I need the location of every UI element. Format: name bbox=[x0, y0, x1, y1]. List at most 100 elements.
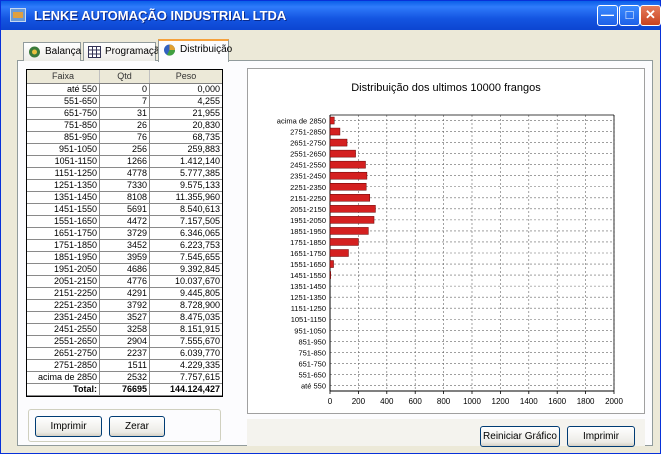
cell-qtd: 3729 bbox=[100, 228, 150, 239]
y-tick-label: 1151-1250 bbox=[291, 304, 326, 313]
cell-peso: 7.555,670 bbox=[179, 336, 220, 346]
restart-chart-button[interactable]: Reiniciar Gráfico bbox=[480, 426, 560, 447]
y-tick-label: 2251-2350 bbox=[290, 183, 326, 192]
table-row[interactable]: 1251-1350 7330 9.575,133 bbox=[27, 180, 222, 192]
table-row[interactable]: até 550 0 0,000 bbox=[27, 84, 222, 96]
cell-qtd: 2904 bbox=[100, 336, 150, 347]
chart-bar bbox=[329, 271, 331, 279]
y-tick-label: 1751-1850 bbox=[290, 238, 326, 247]
table-row[interactable]: 1151-1250 4778 5.777,385 bbox=[27, 168, 222, 180]
pie-icon bbox=[164, 44, 176, 56]
scale-icon bbox=[29, 46, 40, 58]
chart-bar bbox=[329, 127, 341, 136]
chart-bar bbox=[329, 116, 335, 125]
distribution-table: Faixa Qtd Peso até 550 0 0,000 551-650 7 4,25… bbox=[26, 69, 223, 397]
table-row[interactable]: 851-950 76 68,735 bbox=[27, 132, 222, 144]
cell-faixa: 2551-2650 bbox=[27, 336, 100, 347]
total-qtd: 76695 bbox=[100, 384, 150, 395]
table-row[interactable]: 1951-2050 4686 9.392,845 bbox=[27, 264, 222, 276]
y-tick-label: 1551-1650 bbox=[290, 260, 326, 269]
table-row[interactable]: 551-650 7 4,255 bbox=[27, 96, 222, 108]
cell-qtd: 4778 bbox=[100, 168, 150, 179]
table-row[interactable]: 1051-1150 1266 1.412,140 bbox=[27, 156, 222, 168]
table-row[interactable]: 1451-1550 5691 8.540,613 bbox=[27, 204, 222, 216]
x-tick-label: 1000 bbox=[463, 397, 481, 406]
table-row[interactable]: 2251-2350 3792 8.728,900 bbox=[27, 300, 222, 312]
table-row[interactable]: acima de 2850 2532 7.757,615 bbox=[27, 372, 222, 384]
tab-balanca[interactable]: Balança bbox=[23, 42, 81, 61]
close-button[interactable]: ✕ bbox=[640, 5, 661, 26]
chart-bar bbox=[329, 149, 356, 158]
x-tick-label: 600 bbox=[409, 397, 423, 406]
table-header: Faixa Qtd Peso bbox=[27, 70, 222, 84]
table-row[interactable]: 751-850 26 20,830 bbox=[27, 120, 222, 132]
table-row[interactable]: 2651-2750 2237 6.039,770 bbox=[27, 348, 222, 360]
y-tick-label: 1651-1750 bbox=[290, 249, 326, 258]
table-row[interactable]: 1751-1850 3452 6.223,753 bbox=[27, 240, 222, 252]
y-tick-label: 1451-1550 bbox=[290, 271, 326, 280]
table-row[interactable]: 2551-2650 2904 7.555,670 bbox=[27, 336, 222, 348]
cell-qtd: 26 bbox=[100, 120, 150, 131]
cell-faixa: 951-1050 bbox=[27, 144, 100, 155]
cell-faixa: 2451-2550 bbox=[27, 324, 100, 335]
y-tick-label: 2351-2450 bbox=[290, 172, 326, 181]
minimize-button[interactable]: — bbox=[597, 5, 618, 26]
cell-qtd: 4291 bbox=[100, 288, 150, 299]
cell-qtd: 2532 bbox=[100, 372, 150, 383]
cell-qtd: 4686 bbox=[100, 264, 150, 275]
print-chart-button[interactable]: Imprimir bbox=[567, 426, 635, 447]
tab-distribuicao[interactable]: Distribuição bbox=[158, 39, 232, 62]
y-tick-label: 1851-1950 bbox=[290, 227, 326, 236]
tab-programacao[interactable]: Programação bbox=[83, 42, 165, 61]
cell-qtd: 256 bbox=[100, 144, 150, 155]
table-row[interactable]: 1351-1450 8108 11.355,960 bbox=[27, 192, 222, 204]
reset-button[interactable]: Zerar bbox=[109, 416, 165, 437]
chart-canvas: acima de 2850 2751-2850 2651-2750 2551-2650… bbox=[277, 114, 623, 406]
column-header-qtd[interactable]: Qtd bbox=[100, 70, 150, 83]
table-row[interactable]: 2451-2550 3258 8.151,915 bbox=[27, 324, 222, 336]
table-row[interactable]: 651-750 31 21,955 bbox=[27, 108, 222, 120]
column-header-faixa[interactable]: Faixa bbox=[27, 70, 100, 83]
grid-icon bbox=[88, 46, 101, 58]
column-header-peso[interactable]: Peso bbox=[150, 70, 222, 83]
x-tick-label: 400 bbox=[380, 397, 394, 406]
chart-bar bbox=[329, 249, 349, 257]
y-tick-label: 551-650 bbox=[298, 370, 326, 379]
cell-faixa: até 550 bbox=[27, 84, 100, 95]
table-row[interactable]: 2751-2850 1511 4.229,335 bbox=[27, 360, 222, 372]
cell-faixa: 2251-2350 bbox=[27, 300, 100, 311]
cell-qtd: 3792 bbox=[100, 300, 150, 311]
x-tick-label: 1800 bbox=[577, 397, 595, 406]
y-tick-label: 1351-1450 bbox=[290, 282, 326, 291]
table-row[interactable]: 2051-2150 4776 10.037,670 bbox=[27, 276, 222, 288]
table-row[interactable]: 1651-1750 3729 6.346,065 bbox=[27, 228, 222, 240]
maximize-button[interactable]: □ bbox=[619, 5, 640, 26]
cell-qtd: 0 bbox=[100, 84, 150, 95]
y-tick-label: 1951-2050 bbox=[290, 216, 326, 225]
y-tick-label: 2451-2550 bbox=[290, 161, 326, 170]
total-peso: 144.124,427 bbox=[169, 384, 220, 394]
x-tick-label: 1200 bbox=[492, 397, 510, 406]
table-row[interactable]: 2351-2450 3527 8.475,035 bbox=[27, 312, 222, 324]
cell-faixa: 2651-2750 bbox=[27, 348, 100, 359]
print-table-button[interactable]: Imprimir bbox=[35, 416, 102, 437]
cell-peso: 8.540,613 bbox=[179, 204, 220, 214]
chart-bar bbox=[329, 171, 368, 180]
close-icon: ✕ bbox=[645, 7, 656, 22]
table-row[interactable]: 1851-1950 3959 7.545,655 bbox=[27, 252, 222, 264]
table-row[interactable]: 2151-2250 4291 9.445,805 bbox=[27, 288, 222, 300]
cell-peso: 8.475,035 bbox=[179, 312, 220, 322]
cell-peso: 1.412,140 bbox=[179, 156, 220, 166]
cell-faixa: 2051-2150 bbox=[27, 276, 100, 287]
y-tick-label: 1251-1350 bbox=[290, 293, 326, 302]
cell-qtd: 7 bbox=[100, 96, 150, 107]
table-row[interactable]: 1551-1650 4472 7.157,505 bbox=[27, 216, 222, 228]
cell-peso: 21,955 bbox=[192, 108, 220, 118]
cell-qtd: 3258 bbox=[100, 324, 150, 335]
title-bar[interactable]: LENKE AUTOMAÇÃO INDUSTRIAL LTDA — □ ✕ bbox=[1, 1, 661, 30]
table-row[interactable]: 951-1050 256 259,883 bbox=[27, 144, 222, 156]
y-tick-label: 951-1050 bbox=[294, 326, 326, 335]
cell-qtd: 1511 bbox=[100, 360, 150, 371]
cell-faixa: 551-650 bbox=[27, 96, 100, 107]
cell-qtd: 3452 bbox=[100, 240, 150, 251]
